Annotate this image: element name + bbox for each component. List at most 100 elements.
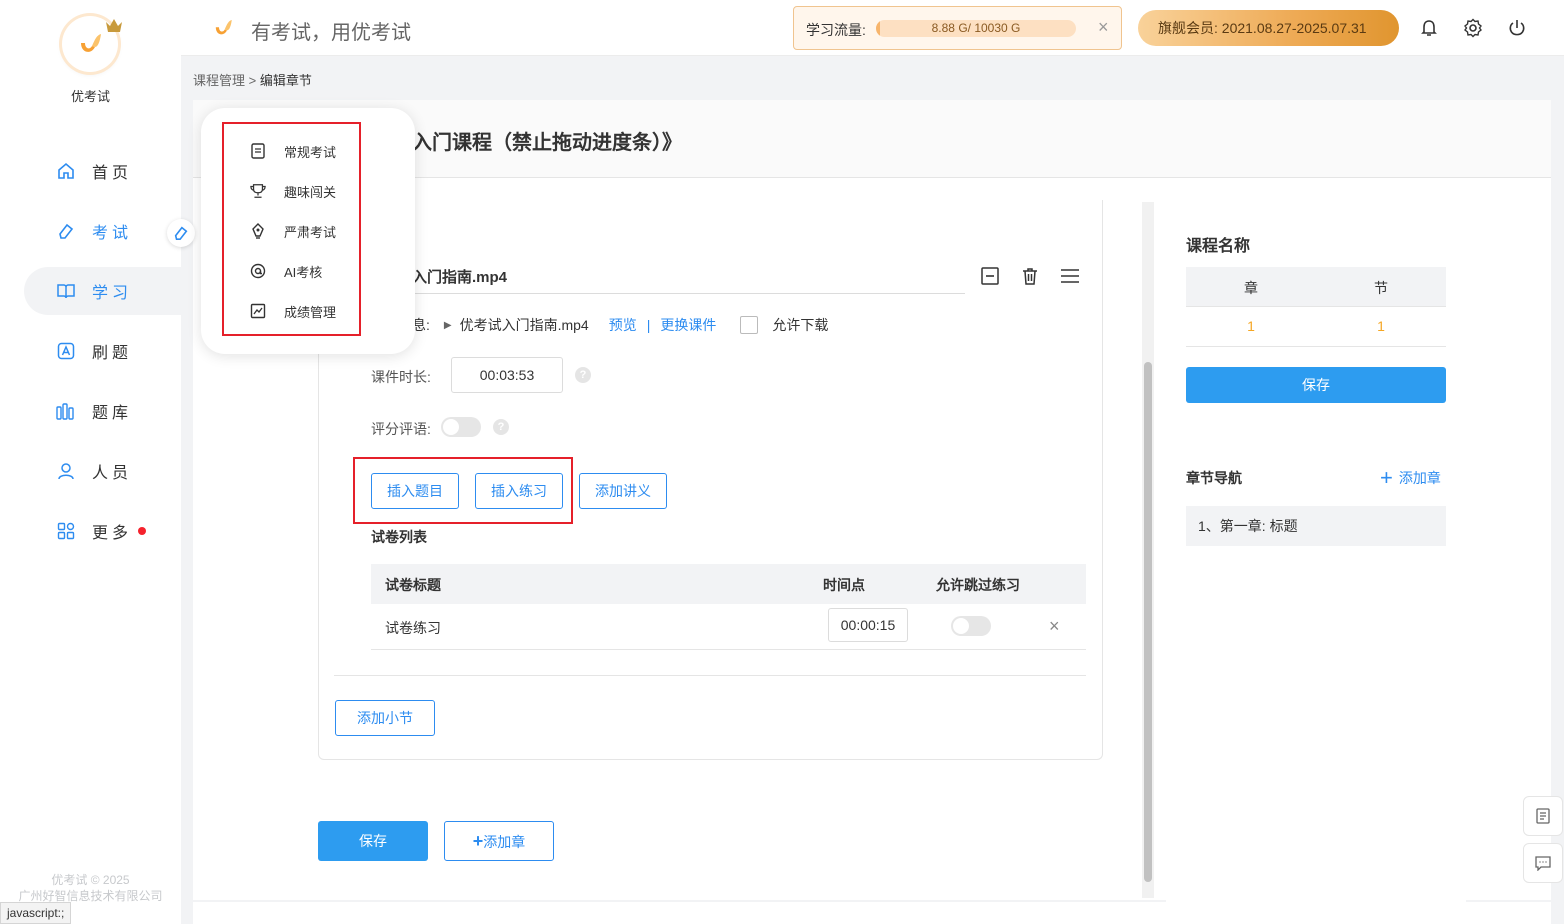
- plus-icon: +: [472, 831, 484, 851]
- eraser-icon: [56, 221, 76, 241]
- sidebar-item-exam[interactable]: 考试: [24, 207, 181, 255]
- add-notes-button[interactable]: 添加讲义: [579, 473, 667, 509]
- sidebar-item-label: 考试: [92, 225, 133, 242]
- summary-table-header: 章 节: [1186, 267, 1446, 307]
- sidebar-item-label: 学习: [92, 285, 133, 302]
- status-url: javascript:;: [0, 902, 72, 924]
- notification-dot: [138, 527, 147, 535]
- skip-toggle[interactable]: [951, 616, 991, 636]
- breadcrumb: 课程管理 > 编辑章节: [193, 70, 312, 89]
- add-chapter-link[interactable]: + 添加章: [1380, 465, 1441, 490]
- highlight-box: [222, 122, 361, 336]
- page-title: 入门课程（禁止拖动进度条）》: [412, 132, 682, 154]
- title-underline: [412, 293, 965, 294]
- add-chapter-label: 添加章: [483, 834, 526, 850]
- vip-badge[interactable]: 旗舰会员: 2021.08.27-2025.07.31: [1138, 10, 1399, 46]
- eraser-icon: [174, 226, 188, 241]
- sidebar: 优考试 首页 考试 学习 刷题 题库 人员 更多 优考试 © 2025 广州好智…: [0, 0, 181, 924]
- sidebar-item-label: 更多: [92, 525, 133, 542]
- allow-download-label: 允许下载: [772, 317, 829, 333]
- paper-list-label: 试卷列表: [371, 529, 427, 545]
- sidebar-footer: 优考试 © 2025 广州好智信息技术有限公司: [0, 872, 181, 904]
- vip-crown-icon: [106, 19, 122, 32]
- chapter-count: 1: [1247, 318, 1255, 334]
- sidebar-item-study[interactable]: 学习: [24, 267, 181, 315]
- traffic-panel: 学习流量: 8.88 G/ 10030 G ×: [793, 6, 1122, 50]
- time-point-input[interactable]: 00:00:15: [828, 608, 908, 642]
- file-link-name: 优考试入门指南.mp4: [459, 317, 589, 333]
- paper-table-header: 试卷标题 时间点 允许跳过练习: [371, 564, 1086, 604]
- message-float-button[interactable]: [1523, 843, 1563, 883]
- gear-icon[interactable]: [1463, 18, 1483, 38]
- close-icon[interactable]: ×: [1098, 17, 1109, 38]
- logo-icon: [215, 20, 232, 35]
- sidebar-item-question-bank[interactable]: 题库: [24, 387, 181, 435]
- document-float-button[interactable]: [1523, 796, 1563, 836]
- duration-input[interactable]: 00:03:53: [451, 357, 563, 393]
- logo-icon: [81, 34, 101, 52]
- scrollbar-thumb[interactable]: [1144, 362, 1152, 882]
- power-icon[interactable]: [1507, 18, 1527, 38]
- help-icon[interactable]: ?: [493, 419, 509, 435]
- bottom-strip: [193, 902, 1551, 924]
- top-header: 有考试，用优考试 学习流量: 8.88 G/ 10030 G × 旗舰会员: 2…: [181, 0, 1564, 56]
- sidebar-item-more[interactable]: 更多: [24, 507, 181, 555]
- home-icon: [56, 161, 76, 181]
- chapter-nav-title: 章节导航: [1186, 470, 1242, 486]
- replace-courseware-link[interactable]: 更换课件: [660, 315, 716, 335]
- help-icon[interactable]: ?: [575, 367, 591, 383]
- breadcrumb-current: 编辑章节: [259, 73, 312, 88]
- course-name-title: 课程名称: [1186, 238, 1251, 255]
- col-time: 时间点: [823, 577, 865, 593]
- rating-label: 评分评语:: [371, 421, 431, 437]
- user-icon: [56, 461, 76, 481]
- save-button[interactable]: 保存: [318, 821, 428, 861]
- copyright: 优考试 © 2025: [51, 873, 130, 887]
- rating-toggle[interactable]: [441, 417, 481, 437]
- traffic-label: 学习流量:: [806, 22, 866, 38]
- menu-icon[interactable]: [1060, 266, 1080, 286]
- table-row: 1 1: [1186, 307, 1446, 347]
- play-triangle-icon: ▶: [443, 319, 452, 331]
- allow-download-checkbox[interactable]: [740, 316, 759, 334]
- trash-icon[interactable]: [1020, 266, 1040, 286]
- preview-link[interactable]: 预览: [609, 315, 637, 335]
- highlight-box: [353, 457, 573, 524]
- traffic-value: 8.88 G/ 10030 G: [931, 21, 1021, 35]
- sidebar-item-people[interactable]: 人员: [24, 447, 181, 495]
- duration-label: 课件时长:: [371, 369, 431, 385]
- col-skip: 允许跳过练习: [936, 577, 1020, 593]
- scrollbar[interactable]: [1142, 202, 1154, 898]
- link-separator: |: [646, 317, 651, 333]
- grid-icon: [56, 521, 76, 541]
- plus-icon: +: [1380, 465, 1393, 490]
- section-file-title[interactable]: 入门指南.mp4: [412, 266, 507, 287]
- file-info-row: 息: ▶ 优考试入门指南.mp4 预览 | 更换课件 允许下载: [412, 315, 828, 335]
- slogan: 有考试，用优考试: [251, 22, 411, 44]
- breadcrumb-parent[interactable]: 课程管理: [193, 73, 245, 88]
- table-row: 试卷练习 00:00:15 ×: [371, 604, 1086, 650]
- section-count: 1: [1377, 318, 1385, 334]
- sidebar-item-label: 人员: [92, 465, 133, 482]
- sidebar-item-label: 首页: [92, 165, 133, 182]
- list-item[interactable]: 1、第一章: 标题: [1186, 506, 1446, 546]
- add-chapter-label: 添加章: [1398, 470, 1441, 486]
- add-subsection-button[interactable]: 添加小节: [335, 700, 435, 736]
- book-icon: [56, 281, 76, 301]
- document-icon: [1536, 808, 1550, 824]
- col-chapter: 章: [1244, 280, 1258, 296]
- col-section: 节: [1374, 280, 1388, 296]
- traffic-progress-bar: 8.88 G/ 10030 G: [876, 20, 1076, 37]
- exam-menu-indicator[interactable]: [167, 219, 195, 247]
- app-name: 优考试: [70, 89, 110, 104]
- sidebar-item-practice[interactable]: 刷题: [24, 327, 181, 375]
- sidebar-item-label: 题库: [92, 405, 133, 422]
- collapse-icon[interactable]: [980, 266, 1000, 286]
- save-button[interactable]: 保存: [1186, 367, 1446, 403]
- sidebar-item-home[interactable]: 首页: [24, 147, 181, 195]
- add-chapter-button[interactable]: +添加章: [444, 821, 554, 861]
- remove-icon[interactable]: ×: [1049, 616, 1060, 637]
- bell-icon[interactable]: [1419, 18, 1439, 38]
- paper-title: 试卷练习: [385, 620, 441, 636]
- sidebar-item-label: 刷题: [92, 345, 133, 362]
